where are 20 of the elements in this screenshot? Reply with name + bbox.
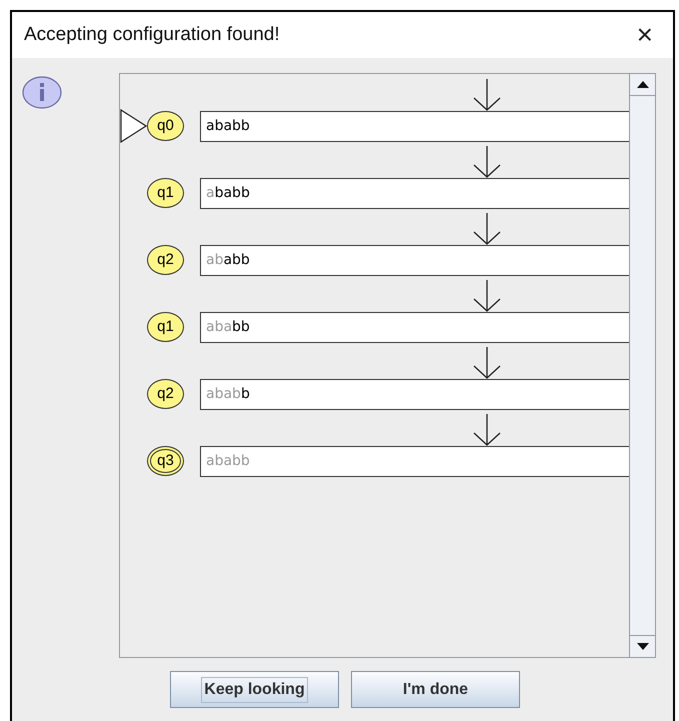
input-tape-field: ababb [200, 178, 629, 208]
window-title: Accepting configuration found! [24, 22, 280, 47]
state-node: q1 [147, 312, 184, 342]
input-tape-field: ababb [200, 312, 629, 342]
state-node: q1 [147, 178, 184, 208]
state-node: q3 [147, 446, 184, 476]
up-triangle-icon [636, 81, 648, 88]
state-node: q2 [147, 245, 184, 275]
down-triangle-icon [636, 643, 648, 650]
input-tape-field: ababb [200, 378, 629, 410]
input-tape-field: ababb [200, 244, 629, 276]
input-tape-field: ababb [200, 446, 629, 476]
state-node: q2 [147, 379, 184, 409]
state-node: q0 [147, 111, 184, 141]
dialog-button[interactable]: Keep looking [170, 671, 339, 708]
close-button[interactable]: × [636, 21, 653, 49]
info-icon [22, 76, 62, 109]
dialog-button[interactable]: I'm done [351, 671, 520, 708]
input-tape-field: ababb [200, 110, 629, 142]
scrollbar[interactable] [629, 74, 655, 657]
